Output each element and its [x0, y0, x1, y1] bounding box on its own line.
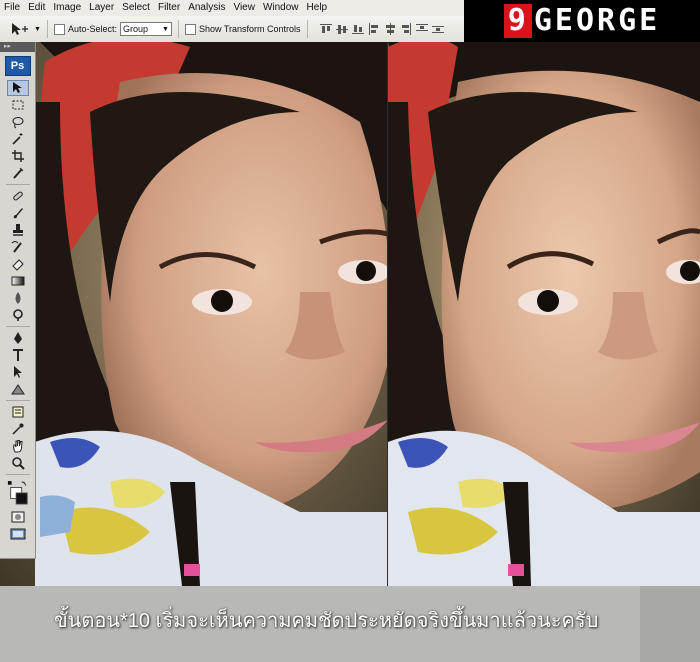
type-tool-icon[interactable] — [7, 347, 29, 363]
quick-mask-icon[interactable] — [7, 509, 29, 525]
show-transform-label: Show Transform Controls — [198, 24, 301, 34]
menu-file[interactable]: File — [0, 0, 24, 16]
distribute-top-icon[interactable] — [415, 23, 428, 35]
slice-tool-icon[interactable] — [7, 165, 29, 181]
align-vcenter-icon[interactable] — [335, 23, 348, 35]
menu-help[interactable]: Help — [303, 0, 332, 16]
path-selection-tool-icon[interactable] — [7, 364, 29, 380]
magic-wand-tool-icon[interactable] — [7, 131, 29, 147]
auto-select-value: Group — [122, 24, 148, 34]
dodge-tool-icon[interactable] — [7, 307, 29, 323]
options-separator — [46, 20, 48, 38]
zoom-tool-icon[interactable] — [7, 455, 29, 471]
caption-text: ขั้นตอน*10 เริ่มจะเห็นความคมชัดประหยัดจร… — [54, 610, 599, 632]
history-brush-tool-icon[interactable] — [7, 239, 29, 255]
options-separator — [177, 20, 179, 38]
shape-tool-icon[interactable] — [7, 381, 29, 397]
menu-edit[interactable]: Edit — [24, 0, 49, 16]
screen-mode-icon[interactable] — [7, 526, 29, 542]
tool-separator — [5, 400, 30, 401]
photo-before — [0, 42, 388, 586]
brand-logo-name: GEORGE — [533, 3, 661, 38]
auto-select-dropdown[interactable]: Group ▼ — [119, 22, 172, 36]
tool-separator — [5, 474, 30, 475]
tool-separator — [5, 184, 30, 185]
align-right-icon[interactable] — [400, 23, 412, 35]
caption-bar: ขั้นตอน*10 เริ่มจะเห็นความคมชัดประหยัดจร… — [0, 586, 700, 662]
marquee-tool-icon[interactable] — [7, 97, 29, 113]
lasso-tool-icon[interactable] — [7, 114, 29, 130]
color-swatches-icon[interactable] — [7, 478, 29, 508]
move-tool-preset-icon[interactable] — [8, 20, 32, 38]
menu-analysis[interactable]: Analysis — [184, 0, 229, 16]
menu-layer[interactable]: Layer — [85, 0, 118, 16]
brush-tool-icon[interactable] — [7, 205, 29, 221]
menu-window[interactable]: Window — [259, 0, 303, 16]
menu-view[interactable]: View — [229, 0, 259, 16]
menu-filter[interactable]: Filter — [154, 0, 184, 16]
panel-grip[interactable]: ▸▸ — [0, 42, 35, 52]
brand-logo-number: 9 — [503, 4, 532, 38]
brand-logo: 9 GEORGE — [464, 0, 700, 42]
photo-after — [388, 42, 700, 586]
notes-tool-icon[interactable] — [7, 404, 29, 420]
align-left-icon[interactable] — [368, 23, 380, 35]
move-tool-icon[interactable] — [6, 80, 29, 96]
auto-select-checkbox[interactable] — [53, 23, 65, 35]
photoshop-logo: Ps — [4, 56, 31, 76]
caption-stripe — [640, 586, 700, 662]
gradient-tool-icon[interactable] — [7, 273, 29, 289]
tool-separator — [5, 326, 30, 327]
spot-healing-tool-icon[interactable] — [7, 188, 29, 204]
menu-image[interactable]: Image — [49, 0, 85, 16]
tools-panel: ▸▸ Ps — [0, 42, 36, 559]
options-separator — [306, 20, 308, 38]
align-top-icon[interactable] — [319, 23, 332, 35]
clone-stamp-tool-icon[interactable] — [7, 222, 29, 238]
hand-tool-icon[interactable] — [7, 438, 29, 454]
tool-preset-caret-icon[interactable]: ▼ — [34, 26, 41, 33]
align-bottom-icon[interactable] — [351, 23, 364, 35]
distribute-vcenter-icon[interactable] — [431, 23, 444, 35]
auto-select-label: Auto-Select: — [67, 24, 117, 34]
align-buttons — [319, 23, 444, 35]
eraser-tool-icon[interactable] — [7, 256, 29, 272]
crop-tool-icon[interactable] — [7, 148, 29, 164]
blur-tool-icon[interactable] — [7, 290, 29, 306]
eyedropper-tool-icon[interactable] — [7, 421, 29, 437]
menu-select[interactable]: Select — [118, 0, 154, 16]
show-transform-checkbox[interactable] — [184, 23, 196, 35]
align-hcenter-icon[interactable] — [384, 23, 396, 35]
document-canvas[interactable] — [0, 42, 700, 586]
pen-tool-icon[interactable] — [7, 330, 29, 346]
chevron-down-icon: ▼ — [162, 25, 169, 33]
